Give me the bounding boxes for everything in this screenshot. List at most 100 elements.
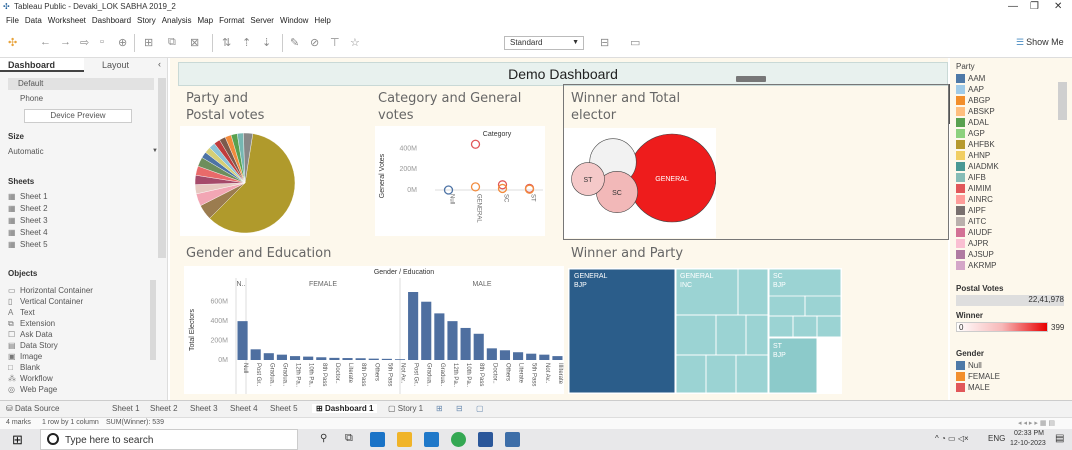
undo-icon[interactable]: ← <box>40 36 51 48</box>
winner-elector-bubble-chart[interactable]: GENERAL SC ST <box>564 128 716 238</box>
show-cards-icon[interactable]: ⊟ <box>600 36 609 49</box>
menu-story[interactable]: Story <box>137 14 156 28</box>
menu-map[interactable]: Map <box>198 14 214 28</box>
tab-story-1[interactable]: ▢ Story 1 <box>388 404 423 413</box>
swap-icon[interactable]: ⇅ <box>222 36 231 49</box>
tab-layout[interactable]: Layout <box>90 58 150 72</box>
new-dashboard-tab-icon[interactable]: ⊟ <box>456 404 463 413</box>
drag-handle-icon[interactable] <box>736 76 766 82</box>
connect-data-icon[interactable]: ⇨ <box>80 36 89 49</box>
tableau-logo-icon: ✣ <box>3 2 10 11</box>
maximize-icon[interactable]: ❐ <box>1030 1 1039 12</box>
menu-worksheet[interactable]: Worksheet <box>48 14 86 28</box>
legend-swatch <box>956 184 965 193</box>
object-image[interactable]: Image <box>20 352 42 361</box>
view-size-select[interactable]: Standard ▼ <box>504 36 584 50</box>
new-datasource-icon[interactable]: ⊕ <box>118 36 127 49</box>
size-select[interactable]: Automatic <box>8 147 44 156</box>
pin-icon[interactable]: ☆ <box>350 36 360 49</box>
new-worksheet-icon[interactable]: ⊞ <box>144 36 153 49</box>
legend-swatch <box>956 361 965 370</box>
object-web-page[interactable]: Web Page <box>20 385 57 394</box>
menu-format[interactable]: Format <box>219 14 244 28</box>
object-data-story[interactable]: Data Story <box>20 341 58 350</box>
tableau-taskbar-icon[interactable] <box>505 432 520 447</box>
redo-icon[interactable]: → <box>60 36 71 48</box>
windows-start-icon[interactable]: ⊞ <box>12 432 23 448</box>
gender-education-bar-chart[interactable]: Gender / Education N.. FEMALE MALE Total Ele… <box>184 266 564 394</box>
duplicate-icon[interactable]: ⧉ <box>168 36 176 49</box>
object-workflow[interactable]: Workflow <box>20 374 53 383</box>
size-heading: Size <box>8 132 25 141</box>
menu-data[interactable]: Data <box>25 14 42 28</box>
sheet-item-3[interactable]: Sheet 3 <box>20 216 48 225</box>
object-extension[interactable]: Extension <box>20 319 55 328</box>
mail-icon[interactable] <box>424 432 439 447</box>
highlight-icon[interactable]: ✎ <box>290 36 299 49</box>
notification-icon[interactable]: ▤ <box>1055 433 1064 444</box>
menu-help[interactable]: Help <box>314 14 330 28</box>
device-phone[interactable]: Phone <box>20 94 43 103</box>
task-view-icon[interactable]: ⧉ <box>345 432 353 445</box>
new-worksheet-tab-icon[interactable]: ⊞ <box>436 404 443 413</box>
sheet-item-1[interactable]: Sheet 1 <box>20 192 48 201</box>
sheet-item-4[interactable]: Sheet 4 <box>20 228 48 237</box>
sheet-item-5[interactable]: Sheet 5 <box>20 240 48 249</box>
tab-dashboard-1[interactable]: ⊞ Dashboard 1 <box>312 404 378 413</box>
data-source-tab[interactable]: ⛁ Data Source <box>6 404 59 413</box>
save-icon[interactable]: ▫ <box>100 36 104 48</box>
object-blank[interactable]: Blank <box>20 363 40 372</box>
sort-desc-icon[interactable]: ⇣ <box>262 36 271 49</box>
bubble-label: SC <box>612 190 622 197</box>
bar-x-tick: Doctor.. <box>491 363 497 384</box>
sheets-scrollbar[interactable] <box>158 78 166 258</box>
device-default[interactable]: Default <box>8 78 154 90</box>
legend-label: AJSUP <box>968 250 994 259</box>
close-icon[interactable]: ✕ <box>1054 1 1062 12</box>
tab-sheet-2[interactable]: Sheet 2 <box>150 404 178 413</box>
edge-icon[interactable] <box>370 432 385 447</box>
device-preview-button[interactable]: Device Preview <box>24 109 132 123</box>
group-icon[interactable]: ⊘ <box>310 36 319 49</box>
tab-dashboard[interactable]: Dashboard <box>0 58 84 72</box>
menu-analysis[interactable]: Analysis <box>162 14 192 28</box>
tab-sheet-4[interactable]: Sheet 4 <box>230 404 258 413</box>
object-vertical-container[interactable]: Vertical Container <box>20 297 83 306</box>
taskbar-search[interactable]: Type here to search <box>40 429 298 450</box>
legend-swatch <box>956 195 965 204</box>
tab-sheet-5[interactable]: Sheet 5 <box>270 404 298 413</box>
winner-party-treemap[interactable]: GENERAL BJP GENERAL INC SC BJP ST BJP <box>568 268 842 394</box>
file-explorer-icon[interactable] <box>397 432 412 447</box>
object-horizontal-container[interactable]: Horizontal Container <box>20 286 93 295</box>
tableau-home-icon[interactable]: ✣ <box>8 36 17 49</box>
sheet-item-2[interactable]: Sheet 2 <box>20 204 48 213</box>
menu-dashboard[interactable]: Dashboard <box>92 14 131 28</box>
tab-sheet-3[interactable]: Sheet 3 <box>190 404 218 413</box>
object-ask-data[interactable]: Ask Data <box>20 330 52 339</box>
minimize-icon[interactable]: — <box>1008 1 1018 12</box>
menu-file[interactable]: File <box>6 14 19 28</box>
tray-icons[interactable]: ^ ◔ ▭ ◁× <box>935 434 969 443</box>
presentation-icon[interactable]: ▭ <box>630 36 640 49</box>
show-me-button[interactable]: ☰ Show Me <box>1016 37 1064 48</box>
pager-icons[interactable]: ◂ ◂ ▸ ▸ ▦ ▤ <box>1018 419 1055 427</box>
dashboard-title[interactable]: Demo Dashboard <box>178 62 948 86</box>
category-votes-scatter-chart[interactable]: Category General Votes 400M 200M 0M Null GENER… <box>375 126 545 236</box>
menu-window[interactable]: Window <box>280 14 308 28</box>
chrome-icon[interactable] <box>451 432 466 447</box>
microphone-icon[interactable]: ⚲ <box>320 433 327 444</box>
menu-server[interactable]: Server <box>250 14 274 28</box>
object-text[interactable]: Text <box>20 308 35 317</box>
word-icon[interactable] <box>478 432 493 447</box>
tab-sheet-1[interactable]: Sheet 1 <box>112 404 140 413</box>
sort-asc-icon[interactable]: ⇡ <box>242 36 251 49</box>
new-story-tab-icon[interactable]: ▢ <box>476 404 484 413</box>
collapse-panel-icon[interactable]: ‹ <box>158 59 161 69</box>
legend-scrollbar[interactable] <box>1058 82 1067 120</box>
vertical-container-icon: ▯ <box>8 297 13 306</box>
party-postal-pie-chart[interactable] <box>180 126 310 236</box>
bar-mark <box>355 358 366 360</box>
objects-scrollbar[interactable] <box>150 280 156 360</box>
clear-sheet-icon[interactable]: ⊠ <box>190 36 199 49</box>
label-icon[interactable]: ⊤ <box>330 36 340 49</box>
